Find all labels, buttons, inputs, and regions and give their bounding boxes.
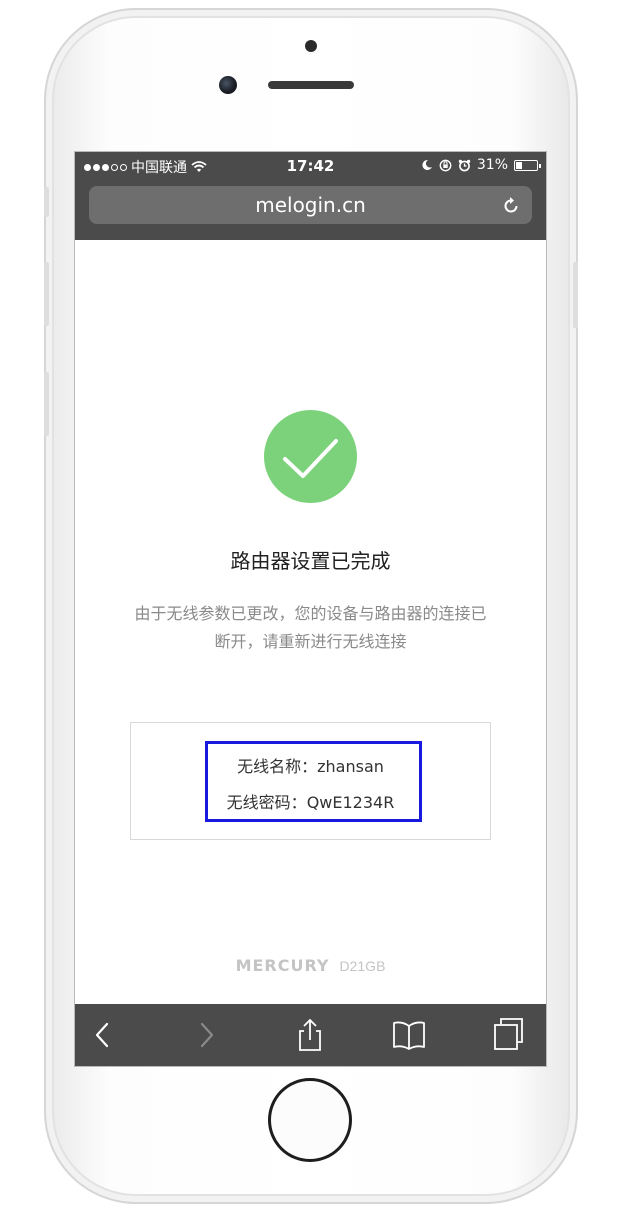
page-content: 路由器设置已完成 由于无线参数已更改，您的设备与路由器的连接已断开，请重新进行无… bbox=[75, 240, 546, 1004]
bookmarks-button[interactable] bbox=[392, 1018, 426, 1052]
moon-icon bbox=[422, 159, 432, 170]
volume-up-button bbox=[44, 262, 49, 326]
wifi-password-value: QwE1234R bbox=[306, 793, 395, 812]
wifi-info-box: 无线名称：zhansan 无线密码：QwE1234R bbox=[130, 722, 491, 840]
volume-down-button bbox=[44, 372, 49, 436]
alarm-icon bbox=[458, 159, 471, 171]
back-button[interactable] bbox=[87, 1018, 121, 1052]
chevron-right-icon bbox=[200, 1022, 214, 1048]
battery-level bbox=[516, 161, 523, 169]
wifi-password-label: 无线密码： bbox=[226, 793, 307, 812]
page-description: 由于无线参数已更改，您的设备与路由器的连接已断开，请重新进行无线连接 bbox=[134, 604, 487, 651]
book-icon bbox=[393, 1021, 425, 1050]
battery-icon bbox=[514, 159, 541, 171]
silent-switch bbox=[44, 187, 49, 217]
brand-footer: MERCURY D21GB bbox=[75, 956, 546, 975]
forward-button[interactable] bbox=[188, 1018, 222, 1052]
url-text: melogin.cn bbox=[255, 193, 366, 217]
power-button bbox=[573, 262, 578, 328]
browser-toolbar bbox=[75, 1004, 546, 1066]
status-bar: 中国联通 17:42 31% bbox=[75, 152, 546, 178]
address-bar[interactable]: melogin.cn bbox=[89, 186, 532, 224]
share-button[interactable] bbox=[293, 1018, 327, 1052]
rotation-lock-icon bbox=[439, 159, 452, 171]
home-button[interactable] bbox=[268, 1078, 352, 1162]
brand-logo: MERCURY bbox=[235, 956, 330, 975]
front-camera bbox=[219, 76, 237, 94]
reload-icon[interactable] bbox=[500, 194, 522, 216]
phone-screen: 中国联通 17:42 31% melogin.cn 路由器设置已完成 由于无线参… bbox=[75, 152, 546, 1066]
status-right: 31% bbox=[421, 157, 541, 173]
router-model: D21GB bbox=[339, 958, 386, 974]
battery-percent: 31% bbox=[476, 157, 508, 173]
page-title: 路由器设置已完成 bbox=[230, 549, 391, 573]
wifi-name-row: 无线名称：zhansan bbox=[131, 753, 490, 777]
proximity-sensor bbox=[305, 40, 317, 52]
chevron-left-icon bbox=[95, 1022, 109, 1048]
wifi-name-label: 无线名称： bbox=[237, 757, 318, 776]
battery-tip bbox=[539, 163, 541, 168]
wifi-password-row: 无线密码：QwE1234R bbox=[131, 789, 490, 813]
tabs-icon bbox=[494, 1018, 523, 1050]
wifi-name-value: zhansan bbox=[317, 757, 384, 776]
share-icon bbox=[299, 1018, 321, 1051]
earpiece-speaker bbox=[268, 81, 354, 89]
success-badge bbox=[264, 410, 357, 503]
browser-top-chrome: 中国联通 17:42 31% melogin.cn bbox=[75, 152, 546, 240]
tabs-button[interactable] bbox=[492, 1018, 526, 1052]
check-icon bbox=[283, 439, 338, 478]
